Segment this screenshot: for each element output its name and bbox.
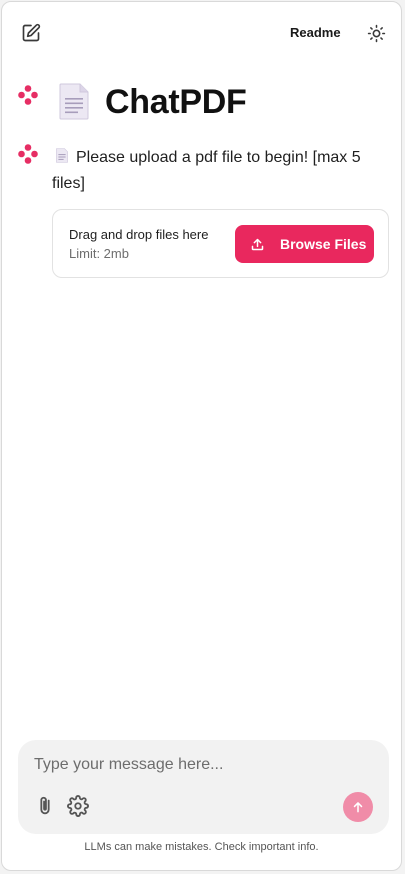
page-title: ChatPDF [105, 83, 247, 121]
readme-button[interactable]: Readme [282, 22, 349, 44]
paperclip-icon [40, 796, 50, 815]
theme-toggle-button[interactable] [363, 20, 389, 46]
file-dropzone[interactable]: Drag and drop files here Limit: 2mb Brow… [52, 209, 389, 278]
attach-file-button[interactable] [34, 795, 56, 817]
assistant-message: Please upload a pdf file to begin! [max … [52, 145, 382, 197]
arrow-up-icon [353, 802, 363, 813]
top-bar: Readme [2, 2, 401, 64]
gear-icon [67, 795, 89, 817]
edit-icon [22, 23, 41, 42]
browse-files-label: Browse Files [280, 236, 367, 252]
assistant-logo-icon [18, 144, 38, 164]
dropzone-label: Drag and drop files here [69, 227, 209, 242]
document-icon [56, 148, 68, 163]
assistant-logo-icon [18, 85, 38, 105]
send-button[interactable] [343, 792, 373, 822]
message-composer [18, 740, 389, 834]
welcome-message-text: Please upload a pdf file to begin! [max … [52, 149, 361, 192]
disclaimer-text: LLMs can make mistakes. Check important … [84, 841, 319, 853]
app-window: Readme ChatPDF Please upload a pdf file … [1, 1, 402, 871]
message-input[interactable] [32, 750, 366, 780]
new-chat-button[interactable] [18, 20, 44, 46]
document-icon [59, 83, 89, 120]
upload-icon [250, 237, 265, 252]
title-message: ChatPDF [2, 80, 401, 128]
browse-files-button[interactable]: Browse Files [235, 225, 374, 263]
dropzone-limit: Limit: 2mb [69, 246, 129, 261]
sun-icon [367, 24, 385, 42]
settings-button[interactable] [67, 795, 89, 817]
